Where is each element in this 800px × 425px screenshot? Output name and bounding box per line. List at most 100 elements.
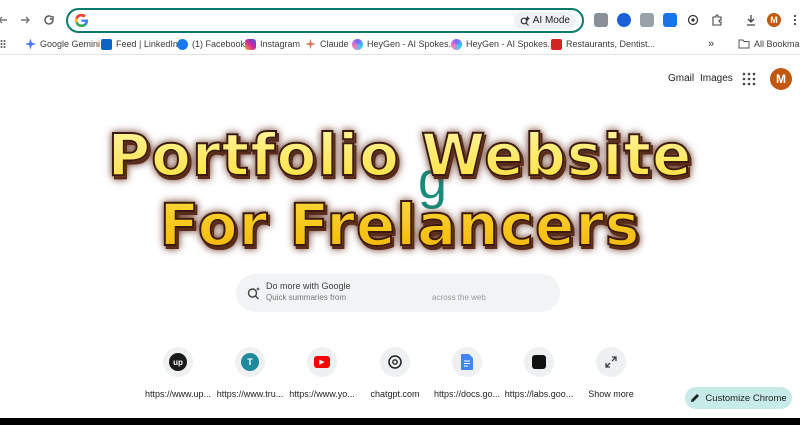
shortcut-label: https://www.up... bbox=[144, 389, 212, 399]
back-button[interactable] bbox=[0, 11, 12, 29]
bookmark-instagram[interactable]: Instagram bbox=[245, 37, 300, 51]
all-bookmarks-label: All Bookmarks bbox=[754, 39, 800, 49]
chevron-double-right-icon: » bbox=[708, 38, 715, 50]
puzzle-icon bbox=[712, 14, 722, 26]
bookmark-label: HeyGen - AI Spokes... bbox=[466, 39, 556, 49]
bookmark-label: Feed | LinkedIn bbox=[116, 39, 178, 49]
trustpilot-icon: T bbox=[241, 353, 259, 371]
extension-openai-icon[interactable] bbox=[686, 13, 700, 27]
shortcut-icon-wrap: up bbox=[163, 347, 193, 377]
openai-logo-icon bbox=[687, 14, 699, 26]
google-search-box[interactable]: Do more with Google Quick summaries from… bbox=[236, 274, 560, 312]
upwork-icon: up bbox=[169, 353, 187, 371]
bookmarks-overflow-button[interactable]: » bbox=[708, 37, 714, 51]
expand-icon bbox=[605, 356, 617, 368]
search-box-subtitle: Quick summaries from bbox=[266, 293, 347, 302]
shortcut-icon-wrap: ▶ bbox=[307, 347, 337, 377]
back-arrow-icon bbox=[0, 16, 7, 24]
bookmark-label: Claude bbox=[320, 39, 349, 49]
linkedin-icon bbox=[101, 38, 112, 50]
shortcut-icon-wrap bbox=[452, 347, 482, 377]
bookmark-yelp[interactable]: Restaurants, Dentist... bbox=[551, 37, 655, 51]
gemini-icon bbox=[25, 38, 36, 50]
bookmark-label: Google Gemini bbox=[40, 39, 101, 49]
shortcut-chatgpt[interactable]: chatgpt.com bbox=[359, 347, 431, 403]
ai-mode-button[interactable]: AI Mode bbox=[513, 12, 576, 29]
google-docs-icon bbox=[461, 354, 473, 370]
reload-button[interactable] bbox=[40, 11, 58, 29]
overlay-title-line-2: For Frelancers bbox=[159, 190, 641, 260]
extension-box-icon[interactable] bbox=[663, 13, 677, 27]
extensions-puzzle-button[interactable] bbox=[710, 13, 724, 27]
ai-search-icon bbox=[520, 15, 530, 26]
downloads-button[interactable] bbox=[744, 13, 758, 27]
heygen-icon bbox=[451, 38, 462, 50]
shortcut-upwork[interactable]: up https://www.up... bbox=[142, 347, 214, 403]
download-icon bbox=[747, 15, 755, 26]
screen-bottom-edge bbox=[0, 418, 800, 425]
shortcut-label: chatgpt.com bbox=[370, 389, 420, 399]
shortcut-icon-wrap bbox=[380, 347, 410, 377]
shortcut-google-labs[interactable]: https://labs.goo... bbox=[503, 347, 575, 403]
extension-screenshot-icon[interactable] bbox=[594, 13, 608, 27]
shortcut-trustpilot[interactable]: T https://www.tru... bbox=[214, 347, 286, 403]
shortcut-label: https://www.tru... bbox=[216, 389, 284, 399]
chrome-menu-button[interactable] bbox=[788, 13, 800, 27]
yelp-icon bbox=[551, 38, 562, 50]
bookmark-label: Restaurants, Dentist... bbox=[566, 39, 656, 49]
google-labs-icon bbox=[532, 355, 546, 369]
search-box-title: Do more with Google bbox=[266, 281, 351, 291]
shortcut-icon-wrap: T bbox=[235, 347, 265, 377]
shortcut-label: https://www.yo... bbox=[289, 389, 355, 399]
shortcut-google-docs[interactable]: https://docs.go... bbox=[431, 347, 503, 403]
all-bookmarks-button[interactable]: All Bookmarks bbox=[738, 37, 800, 51]
customize-chrome-label: Customize Chrome bbox=[705, 392, 787, 404]
bookmark-linkedin[interactable]: Feed | LinkedIn bbox=[101, 37, 178, 51]
bookmark-label: HeyGen - AI Spokes... bbox=[367, 39, 457, 49]
ai-mode-label: AI Mode bbox=[532, 15, 570, 26]
forward-button[interactable] bbox=[16, 11, 34, 29]
shortcut-label: https://docs.go... bbox=[433, 389, 501, 399]
pencil-icon bbox=[691, 394, 700, 402]
bookmark-heygen-1[interactable]: HeyGen - AI Spokes... bbox=[352, 37, 456, 51]
heygen-icon bbox=[352, 38, 363, 50]
customize-chrome-button[interactable]: Customize Chrome bbox=[685, 387, 792, 409]
apps-grid-icon bbox=[0, 40, 6, 48]
facebook-icon bbox=[177, 38, 188, 50]
ai-search-icon bbox=[247, 287, 260, 300]
video-title-overlay: Portfolio Website For Frelancers bbox=[0, 120, 800, 260]
shortcut-show-more[interactable]: Show more bbox=[575, 347, 647, 403]
instagram-icon bbox=[245, 38, 256, 50]
search-box-secondary: across the web bbox=[432, 293, 486, 302]
gmail-link[interactable]: Gmail bbox=[668, 73, 694, 84]
shortcut-label: https://labs.goo... bbox=[504, 389, 574, 399]
apps-shortcut-button[interactable] bbox=[0, 37, 6, 51]
shortcut-icon-wrap bbox=[596, 347, 626, 377]
google-g-icon bbox=[74, 13, 89, 28]
bookmark-label: (1) Facebook bbox=[192, 39, 246, 49]
kebab-menu-icon bbox=[793, 14, 797, 26]
shortcut-icon-wrap bbox=[524, 347, 554, 377]
profile-avatar-button[interactable]: M bbox=[767, 13, 781, 27]
address-bar[interactable]: AI Mode bbox=[66, 8, 584, 33]
bookmarks-bar: Google Gemini Feed | LinkedIn (1) Facebo… bbox=[0, 33, 800, 55]
reload-icon bbox=[44, 15, 54, 25]
images-link[interactable]: Images bbox=[700, 73, 733, 84]
overlay-title-line-1: Portfolio Website bbox=[107, 120, 693, 190]
claude-icon bbox=[305, 38, 316, 50]
account-avatar[interactable]: M bbox=[770, 68, 792, 90]
extension-camera-icon[interactable] bbox=[640, 13, 654, 27]
bookmark-heygen-2[interactable]: HeyGen - AI Spokes... bbox=[451, 37, 555, 51]
bookmark-label: Instagram bbox=[260, 39, 301, 49]
bookmark-facebook[interactable]: (1) Facebook bbox=[177, 37, 245, 51]
chatgpt-icon bbox=[388, 355, 402, 369]
folder-icon bbox=[738, 39, 750, 49]
bookmark-google-gemini[interactable]: Google Gemini bbox=[25, 37, 100, 51]
google-apps-icon[interactable] bbox=[742, 72, 756, 86]
bookmark-claude[interactable]: Claude bbox=[305, 37, 349, 51]
youtube-icon: ▶ bbox=[314, 356, 330, 368]
shortcut-youtube[interactable]: ▶ https://www.yo... bbox=[286, 347, 358, 403]
forward-arrow-icon bbox=[21, 16, 30, 24]
extension-blue-circle-icon[interactable] bbox=[617, 13, 631, 27]
shortcut-label: Show more bbox=[588, 389, 634, 399]
